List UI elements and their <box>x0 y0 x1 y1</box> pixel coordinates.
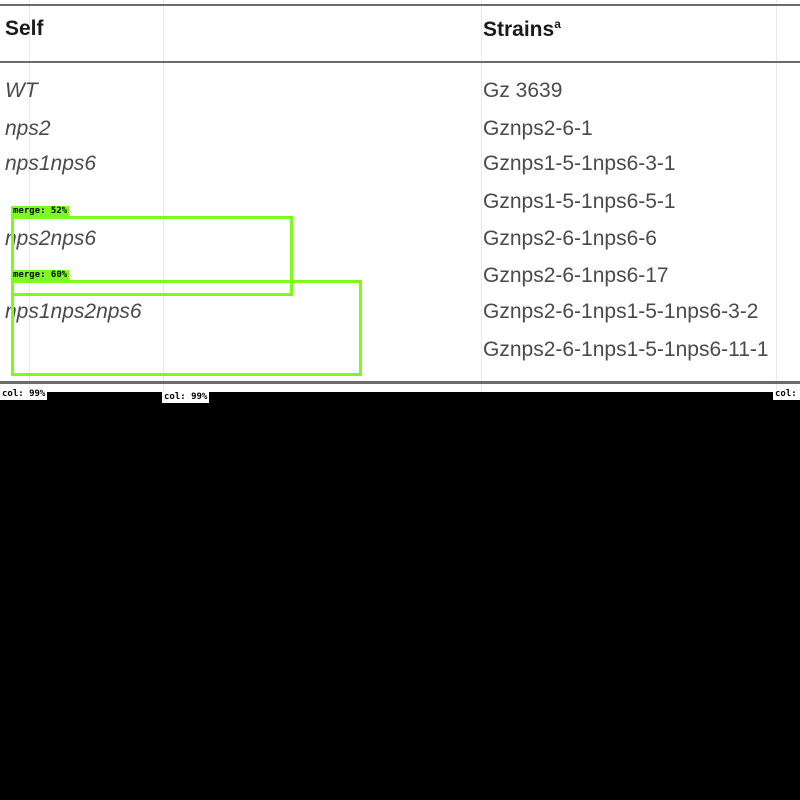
genotype-cell: nps2 <box>5 117 51 140</box>
footnote-marker: a <box>554 17 561 31</box>
table-bottom-rule <box>0 381 800 384</box>
column-header-strains: Strainsa <box>483 17 561 42</box>
genotype-cell: WT <box>5 79 38 102</box>
column-confidence-tag: col: 99% <box>162 392 210 403</box>
screenshot-canvas: Self Strainsa WT Gz 3639 nps2 Gznps2-6-1… <box>0 0 800 800</box>
strain-cell: Gznps1-5-1nps6-5-1 <box>483 190 676 213</box>
strain-cell: Gz 3639 <box>483 79 563 102</box>
strain-cell: Gznps1-5-1nps6-3-1 <box>483 152 676 175</box>
table-header-rule <box>0 61 800 63</box>
table-top-rule <box>0 4 800 6</box>
merge-confidence-tag: merge: 52% <box>11 206 70 217</box>
column-confidence-tag: col: 99% <box>0 389 48 400</box>
column-guide-line <box>776 0 777 392</box>
column-header-self-label: Self <box>5 17 44 40</box>
genotype-cell: nps1nps6 <box>5 152 97 175</box>
strain-cell: Gznps2-6-1nps1-5-1nps6-3-2 <box>483 300 759 323</box>
strain-cell: Gznps2-6-1nps6-17 <box>483 264 669 287</box>
strain-cell: Gznps2-6-1nps1-5-1nps6-11-1 <box>483 338 769 361</box>
merge-confidence-tag: merge: 60% <box>11 270 70 281</box>
strain-cell: Gznps2-6-1 <box>483 117 593 140</box>
merge-region-box <box>11 280 362 376</box>
column-confidence-tag: col: 99% <box>773 389 800 400</box>
strain-cell: Gznps2-6-1nps6-6 <box>483 227 657 250</box>
document-page: Self Strainsa WT Gz 3639 nps2 Gznps2-6-1… <box>0 0 800 392</box>
column-guide-line <box>481 0 482 392</box>
column-header-strains-label: Strains <box>483 18 555 41</box>
column-header-self: Self <box>5 17 44 41</box>
